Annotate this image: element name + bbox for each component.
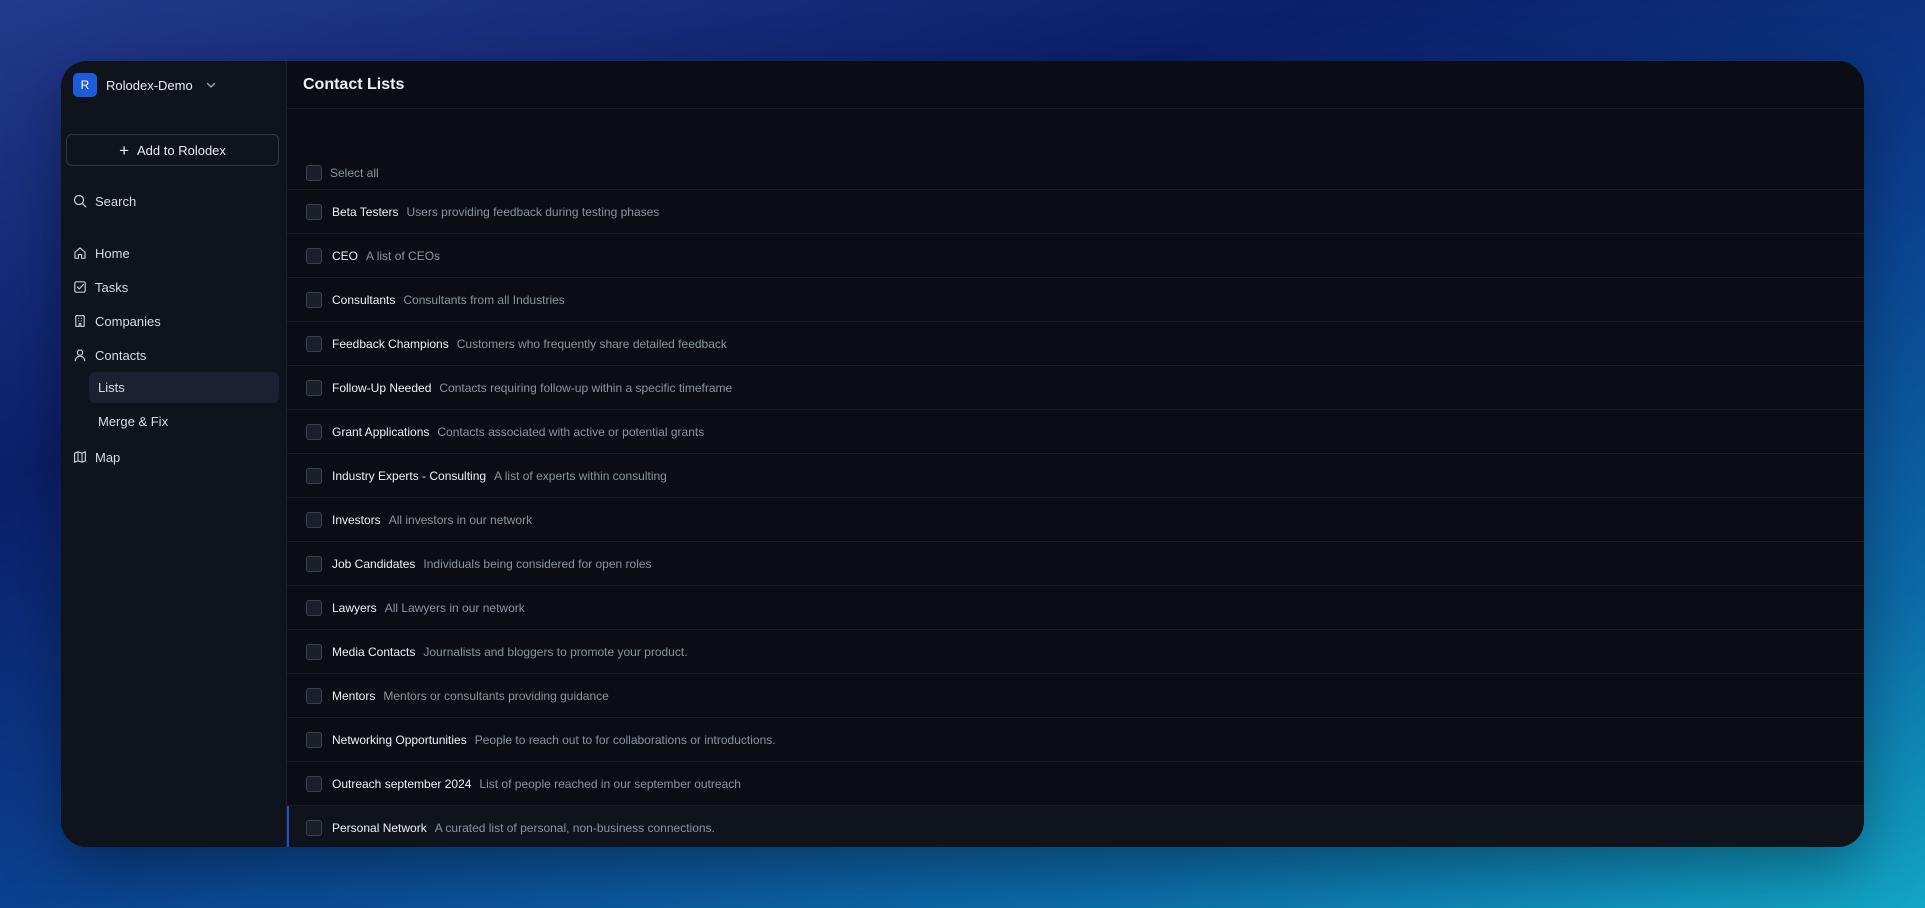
checkbox-icon [74,281,86,293]
sidebar: R Rolodex-Demo + Add to Rolodex Search H… [61,61,287,847]
page-title: Contact Lists [303,75,405,93]
list-row[interactable]: Industry Experts - Consulting A list of e… [287,453,1864,497]
list-description: Contacts requiring follow-up within a sp… [439,380,733,395]
list-description: A curated list of personal, non-business… [434,820,715,835]
list-name[interactable]: Beta Testers [332,205,398,219]
row-checkbox[interactable] [306,291,322,308]
sidebar-item-label: Tasks [95,279,129,295]
row-checkbox[interactable] [306,467,322,484]
user-icon [74,349,86,362]
select-all-checkbox[interactable] [306,165,322,181]
row-checkbox[interactable] [306,379,322,396]
workspace-avatar: R [73,73,97,97]
list-name[interactable]: Mentors [332,689,375,703]
list-name[interactable]: Investors [332,513,381,527]
building-icon [75,315,85,328]
sidebar-item-companies[interactable]: Companies [73,309,161,333]
row-checkbox[interactable] [306,599,322,616]
app-window: R Rolodex-Demo + Add to Rolodex Search H… [61,61,1864,847]
sidebar-item-label: Companies [95,313,161,329]
list-description: A list of CEOs [366,248,441,263]
sidebar-item-merge-fix[interactable]: Merge & Fix [89,406,279,437]
list-name[interactable]: Job Candidates [332,557,415,571]
list-description: All Lawyers in our network [384,600,525,615]
sidebar-item-search[interactable]: Search [73,189,136,213]
row-checkbox[interactable] [306,335,322,352]
sidebar-item-tasks[interactable]: Tasks [73,275,128,299]
sidebar-item-label: Lists [98,380,125,395]
list-name[interactable]: Personal Network [332,821,427,835]
add-to-rolodex-button[interactable]: + Add to Rolodex [66,134,279,166]
list-row[interactable]: Follow-Up Needed Contacts requiring follo… [287,365,1864,409]
plus-icon: + [119,140,130,160]
row-checkbox[interactable] [306,775,322,792]
list-name[interactable]: Media Contacts [332,645,415,659]
workspace-name: Rolodex-Demo [106,77,193,93]
sidebar-item-map[interactable]: Map [73,445,120,469]
list-name[interactable]: Lawyers [332,601,377,615]
list-name[interactable]: Networking Opportunities [332,733,467,747]
contact-lists: Beta Testers Users providing feedback dur… [287,189,1864,847]
map-icon [74,451,86,463]
list-row[interactable]: Outreach september 2024 List of people re… [287,761,1864,805]
chevron-down-icon [205,79,217,91]
row-checkbox[interactable] [306,511,322,528]
main-panel: Contact Lists Select all Beta Testers Use… [287,61,1864,847]
list-description: Consultants from all Industries [403,292,565,307]
list-name[interactable]: Industry Experts - Consulting [332,469,486,483]
list-description: All investors in our network [388,512,533,527]
sidebar-item-home[interactable]: Home [73,241,130,265]
list-row[interactable]: CEO A list of CEOs [287,233,1864,277]
list-row[interactable]: Investors All investors in our network [287,497,1864,541]
list-description: Journalists and bloggers to promote your… [423,644,688,659]
list-description: Users providing feedback during testing … [406,204,660,219]
search-icon [73,194,87,208]
list-description: People to reach out to for collaboration… [474,732,776,747]
sidebar-item-label: Home [95,245,130,261]
list-row[interactable]: Media Contacts Journalists and bloggers t… [287,629,1864,673]
home-icon [74,247,86,259]
list-name[interactable]: CEO [332,249,358,263]
sidebar-item-label: Merge & Fix [98,414,169,429]
list-name[interactable]: Feedback Champions [332,337,449,351]
list-row[interactable]: Networking Opportunities People to reach … [287,717,1864,761]
row-checkbox[interactable] [306,643,322,660]
list-name[interactable]: Grant Applications [332,425,429,439]
sidebar-item-contacts[interactable]: Contacts [73,343,146,367]
main-header: Contact Lists [287,61,1864,109]
list-row[interactable]: Mentors Mentors or consultants providing … [287,673,1864,717]
list-row[interactable]: Beta Testers Users providing feedback dur… [287,189,1864,233]
sidebar-item-label: Search [95,193,137,209]
sidebar-item-lists[interactable]: Lists [89,372,279,403]
row-checkbox[interactable] [306,731,322,748]
list-description: List of people reached in our september … [479,776,741,791]
list-name[interactable]: Follow-Up Needed [332,381,431,395]
select-all[interactable]: Select all [306,165,379,181]
list-name[interactable]: Outreach september 2024 [332,777,471,791]
list-description: Individuals being considered for open ro… [423,556,652,571]
row-checkbox[interactable] [306,687,322,704]
row-checkbox[interactable] [306,555,322,572]
sidebar-item-label: Contacts [95,347,147,363]
list-row[interactable]: Lawyers All Lawyers in our network [287,585,1864,629]
row-checkbox[interactable] [306,203,322,220]
list-row[interactable]: Feedback Champions Customers who frequent… [287,321,1864,365]
row-checkbox[interactable] [306,819,322,836]
list-description: Customers who frequently share detailed … [456,336,727,351]
sidebar-item-label: Map [95,449,121,465]
list-name[interactable]: Consultants [332,293,395,307]
list-description: A list of experts within consulting [494,468,667,483]
list-row[interactable]: Grant Applications Contacts associated wi… [287,409,1864,453]
row-checkbox[interactable] [306,247,322,264]
workspace-switcher[interactable]: R Rolodex-Demo [61,61,286,109]
add-to-rolodex-label: Add to Rolodex [137,142,226,158]
list-row[interactable]: Personal Network A curated list of person… [287,805,1864,847]
select-all-label: Select all [330,166,379,180]
list-description: Mentors or consultants providing guidanc… [383,688,609,703]
list-row[interactable]: Job Candidates Individuals being consider… [287,541,1864,585]
list-description: Contacts associated with active or poten… [437,424,705,439]
list-row[interactable]: Consultants Consultants from all Industri… [287,277,1864,321]
row-checkbox[interactable] [306,423,322,440]
